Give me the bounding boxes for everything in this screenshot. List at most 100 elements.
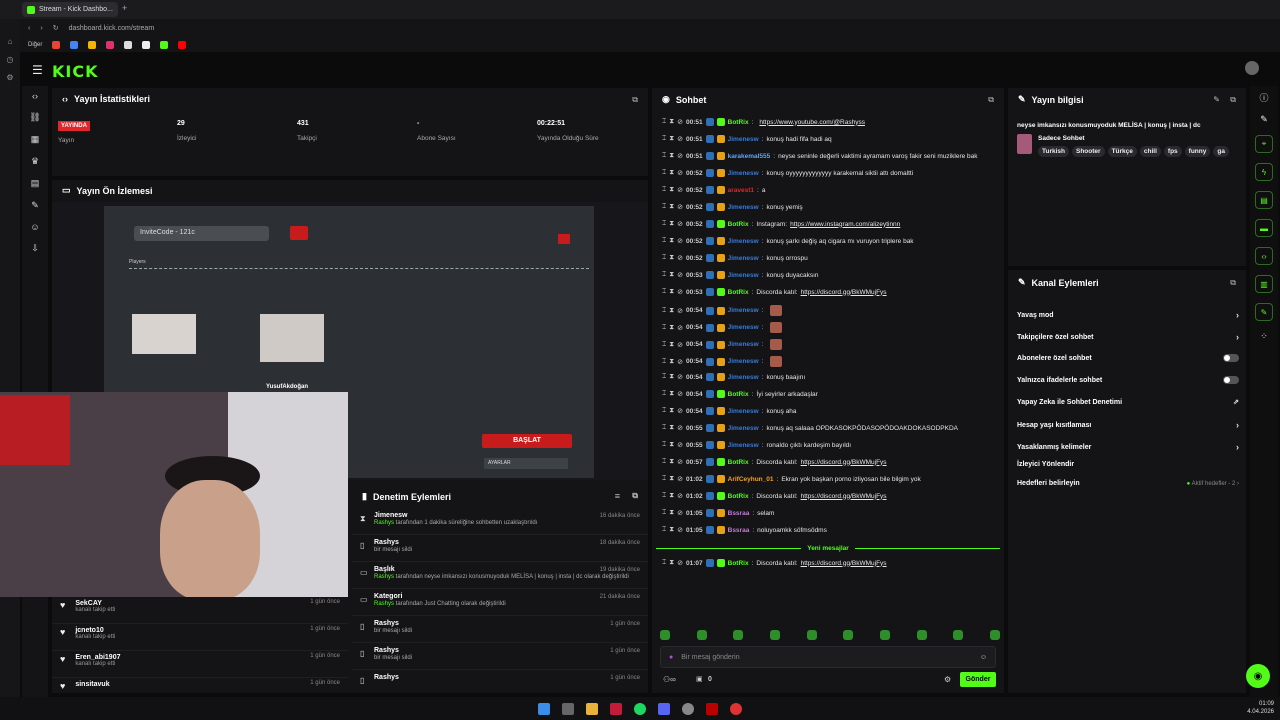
nav-community-icon[interactable]: ☺ xyxy=(30,222,39,232)
emote-icon[interactable] xyxy=(953,630,964,640)
ban-icon[interactable]: ⊘ xyxy=(677,341,683,349)
ban-icon[interactable]: ⊘ xyxy=(677,220,683,228)
chat-message[interactable]: ⌶ ⧗ ⊘ 00:51 Jimenesw: konuş hadi fifa ha… xyxy=(662,135,832,143)
pin-icon[interactable]: ⌶ xyxy=(662,559,666,567)
menu-icon[interactable]: ☰ xyxy=(32,63,43,77)
youtube-bookmark-icon[interactable] xyxy=(178,40,187,49)
timeout-icon[interactable]: ⧗ xyxy=(669,475,674,483)
ban-icon[interactable]: ⊘ xyxy=(677,441,683,449)
timeout-icon[interactable]: ⧗ xyxy=(669,135,674,143)
chat-message[interactable]: ⌶ ⧗ ⊘ 00:52 aravest1: a xyxy=(662,186,765,194)
timeout-icon[interactable]: ⧗ xyxy=(669,341,674,349)
chat-message[interactable]: ⌶ ⧗ ⊘ 01:02 BotRix: Discorda katıl: http… xyxy=(662,492,887,500)
timeout-icon[interactable]: ⧗ xyxy=(669,237,674,245)
chat-settings-icon[interactable]: ⚙ xyxy=(944,675,951,684)
browser-tab[interactable]: Stream - Kick Dashbo... xyxy=(22,2,118,17)
chat-fab-icon[interactable]: ◉ xyxy=(1246,664,1270,688)
pin-icon[interactable]: ⌶ xyxy=(662,526,666,534)
chat-message[interactable]: ⌶ ⧗ ⊘ 01:05 Bssraa: selam xyxy=(662,509,774,517)
timeout-icon[interactable]: ⧗ xyxy=(669,424,674,432)
chat-message[interactable]: ⌶ ⧗ ⊘ 00:54 BotRix: İyi seyirler arkadaş… xyxy=(662,390,818,398)
pin-icon[interactable]: ⌶ xyxy=(662,324,666,332)
wrench-icon[interactable]: ✎ xyxy=(1255,303,1273,321)
message-username[interactable]: BotRix xyxy=(728,119,749,126)
message-username[interactable]: BotRix xyxy=(728,493,749,500)
reload-icon[interactable]: ↻ xyxy=(53,24,59,32)
pin-icon[interactable]: ⌶ xyxy=(662,341,666,349)
pin-icon[interactable]: ⌶ xyxy=(662,203,666,211)
mic-icon[interactable]: ● xyxy=(669,654,673,661)
instagram-bookmark-icon[interactable] xyxy=(106,40,115,49)
timeout-icon[interactable]: ⧗ xyxy=(669,203,674,211)
chat-message[interactable]: ⌶ ⧗ ⊘ 00:55 Jimenesw: konuş aq salaaa OP… xyxy=(662,424,958,432)
drive-bookmark-icon[interactable] xyxy=(70,40,79,49)
goals-row[interactable]: Hedefleri belirleyin ● Aktif hedefler - 2… xyxy=(1017,480,1239,487)
emotes-only-toggle[interactable] xyxy=(1223,376,1239,384)
chat-message[interactable]: ⌶ ⧗ ⊘ 00:52 BotRix: Instagram: https://w… xyxy=(662,220,900,228)
code-icon[interactable]: ‹› xyxy=(1255,247,1273,265)
message-link[interactable]: https://discord.gg/BkWMujFys xyxy=(801,560,887,567)
chat-message[interactable]: ⌶ ⧗ ⊘ 00:53 BotRix: Discorda katıl: http… xyxy=(662,288,887,296)
moderation-subject[interactable]: Rashys xyxy=(374,674,640,681)
pin-icon[interactable]: ⌶ xyxy=(662,288,666,296)
pin-icon[interactable]: ⌶ xyxy=(662,441,666,449)
pin-icon[interactable]: ⌶ xyxy=(662,152,666,160)
stream-tag[interactable]: fps xyxy=(1163,146,1182,157)
bookmark-icon[interactable] xyxy=(88,40,97,49)
emote-icon[interactable] xyxy=(769,630,780,640)
popout-icon[interactable]: ⧉ xyxy=(1230,278,1236,288)
message-username[interactable]: Jimenesw xyxy=(728,238,759,245)
subs-only-toggle[interactable] xyxy=(1223,354,1239,362)
sidebar-settings-icon[interactable]: ⚙ xyxy=(6,73,13,82)
users-icon[interactable]: ⚇∞ xyxy=(663,675,676,684)
ban-icon[interactable]: ⊘ xyxy=(677,307,683,315)
layout-icon[interactable]: ▥ xyxy=(1255,275,1273,293)
popout-icon[interactable]: ⧉ xyxy=(988,95,994,105)
banned-words-row[interactable]: Yasaklanmış kelimeler › xyxy=(1017,442,1239,452)
message-username[interactable]: ArifCeyhun_01 xyxy=(728,476,774,483)
forward-icon[interactable]: › xyxy=(40,25,42,32)
message-username[interactable]: Jimenesw xyxy=(728,272,759,279)
ban-icon[interactable]: ⊘ xyxy=(677,458,683,466)
discord-icon[interactable] xyxy=(658,702,670,715)
chat-message[interactable]: ⌶ ⧗ ⊘ 00:54 Jimenesw: konuş baajını xyxy=(662,373,805,381)
nav-library-icon[interactable]: ▤ xyxy=(31,178,40,189)
pin-icon[interactable]: ⌶ xyxy=(662,509,666,517)
stream-tag[interactable]: Türkçe xyxy=(1107,146,1137,157)
ban-icon[interactable]: ⊘ xyxy=(677,407,683,415)
ban-icon[interactable]: ⊘ xyxy=(677,526,683,534)
stream-tag[interactable]: funny xyxy=(1184,146,1211,157)
emote-icon[interactable] xyxy=(660,630,670,640)
ban-icon[interactable]: ⊘ xyxy=(677,358,683,366)
filter-icon[interactable]: ≡ xyxy=(615,491,620,501)
ban-icon[interactable]: ⊘ xyxy=(677,152,683,160)
message-username[interactable]: Jimenesw xyxy=(728,374,759,381)
emote-icon[interactable] xyxy=(916,630,927,640)
chat-message[interactable]: ⌶ ⧗ ⊘ 00:51 BotRix: https://www.youtube.… xyxy=(662,118,865,126)
message-username[interactable]: Jimenesw xyxy=(728,358,759,365)
timeout-icon[interactable]: ⧗ xyxy=(669,186,674,194)
ban-icon[interactable]: ⊘ xyxy=(677,254,683,262)
pen-icon[interactable]: ✎ xyxy=(1260,114,1268,125)
pin-icon[interactable]: ⌶ xyxy=(662,458,666,466)
moderation-subject[interactable]: Rashys xyxy=(374,620,640,627)
ban-icon[interactable]: ⊘ xyxy=(677,288,683,296)
pin-icon[interactable]: ⌶ xyxy=(662,237,666,245)
timeout-icon[interactable]: ⧗ xyxy=(669,390,674,398)
message-username[interactable]: Jimenesw xyxy=(728,307,759,314)
edit-icon[interactable]: ✎ xyxy=(1213,95,1220,104)
nav-trophy-icon[interactable]: ♛ xyxy=(31,156,39,167)
pin-icon[interactable]: ⌶ xyxy=(662,390,666,398)
ban-icon[interactable]: ⊘ xyxy=(677,509,683,517)
message-username[interactable]: Jimenesw xyxy=(728,204,759,211)
nav-download-icon[interactable]: ⇩ xyxy=(31,243,39,254)
message-username[interactable]: Bssraa xyxy=(728,527,750,534)
bolt-icon[interactable]: ϟ xyxy=(1255,163,1273,181)
nav-stats-icon[interactable]: ▦ xyxy=(31,134,40,145)
pin-icon[interactable]: ⌶ xyxy=(662,492,666,500)
message-link[interactable]: https://discord.gg/BkWMujFys xyxy=(801,459,887,466)
timeout-icon[interactable]: ⧗ xyxy=(669,441,674,449)
nav-tools-icon[interactable]: ✎ xyxy=(31,200,39,211)
target-icon[interactable]: ⌖ xyxy=(1255,135,1273,153)
chat-message[interactable]: ⌶ ⧗ ⊘ 00:53 Jimenesw: konuş duyacaksın xyxy=(662,271,819,279)
